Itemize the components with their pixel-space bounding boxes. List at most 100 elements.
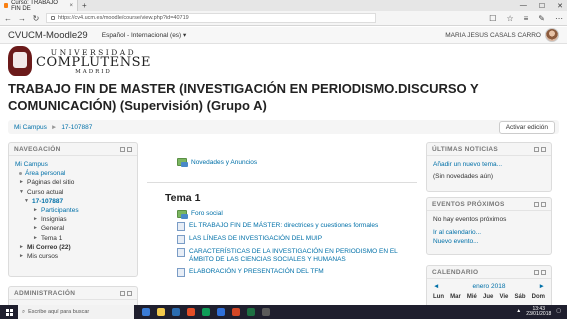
activity-link[interactable]: EL TRABAJO FIN DE MÁSTER: directrices y … — [189, 222, 378, 230]
activity-item[interactable]: EL TRABAJO FIN DE MÁSTER: directrices y … — [147, 220, 417, 233]
dock-icon[interactable] — [534, 146, 539, 152]
collapsed-arrow-icon: ► — [19, 243, 24, 250]
nav-item[interactable]: Mi Campus — [15, 160, 131, 169]
start-button[interactable] — [0, 305, 18, 319]
course-content: Novedades y Anuncios Tema 1 Foro social E… — [147, 142, 417, 302]
more-icon[interactable]: ⋯ — [555, 14, 563, 23]
taskbar-search[interactable]: ⌕ Escribe aquí para buscar — [18, 305, 134, 319]
clock[interactable]: 13:43 23/01/2018 — [526, 306, 551, 318]
nav-item[interactable]: Área personal — [15, 169, 131, 178]
close-window-button[interactable]: ✕ — [557, 2, 563, 10]
user-menu[interactable]: MARIA JESUS CASALS CARRO — [445, 28, 559, 42]
site-brand[interactable]: CVUCM-Moodle29 — [8, 30, 88, 41]
activity-link[interactable]: CARACTERÍSTICAS DE LA INVESTIGACIÓN EN P… — [189, 248, 417, 264]
events-empty-text: No hay eventos próximos — [433, 216, 507, 223]
notes-icon[interactable]: ✎ — [538, 14, 545, 23]
network-icon[interactable]: ▲ — [516, 309, 521, 315]
nav-item[interactable]: ► Tema 1 — [15, 234, 131, 243]
university-logo[interactable]: UNIVERSIDAD COMPLUTENSE MADRID — [8, 46, 151, 76]
news-empty-text: (Sin novedades aún) — [433, 173, 493, 181]
events-block-title: EVENTOS PRÓXIMOS — [432, 200, 505, 208]
notifications-icon[interactable]: ▢ — [556, 309, 561, 315]
activity-item[interactable]: ELABORACIÓN Y PRESENTACIÓN DEL TFM — [147, 266, 417, 279]
nav-item-label: General — [41, 225, 65, 233]
previous-month-icon[interactable]: ◄ — [433, 282, 439, 291]
nav-item-label: Mi Campus — [15, 161, 48, 168]
dock-icon[interactable] — [534, 201, 539, 207]
activity-item[interactable]: LAS LÍNEAS DE INVESTIGACIÓN DEL MUIP — [147, 233, 417, 246]
calendar-weekdays: Lun Mar Mié Jue Vie Sáb Dom — [433, 293, 545, 302]
edit-mode-button[interactable]: Activar edición — [498, 121, 555, 134]
breadcrumb-separator: ► — [50, 123, 58, 131]
collapse-icon[interactable] — [541, 201, 546, 207]
tab-close-icon[interactable]: × — [69, 3, 73, 9]
browser-tab[interactable]: Curso: TRABAJO FIN DE × — [0, 0, 78, 12]
calendar-weekday: Dom — [531, 294, 545, 301]
excel-icon[interactable] — [247, 308, 255, 316]
minimize-button[interactable]: — — [520, 2, 527, 9]
nav-item[interactable]: ► General — [15, 224, 131, 233]
collapse-icon[interactable] — [541, 146, 546, 152]
collapse-icon[interactable] — [127, 146, 132, 152]
back-button[interactable]: ← — [4, 14, 12, 23]
dock-icon[interactable] — [120, 290, 125, 296]
powerpoint-icon[interactable] — [232, 308, 240, 316]
nav-item-label: Páginas del sitio — [27, 179, 75, 187]
file-icon — [177, 222, 185, 231]
tab-title: Curso: TRABAJO FIN DE — [11, 0, 58, 12]
next-month-icon[interactable]: ► — [539, 282, 545, 291]
breadcrumb-item-mi-campus[interactable]: Mi Campus — [14, 124, 47, 131]
firefox-icon[interactable] — [187, 308, 195, 316]
dock-icon[interactable] — [120, 146, 125, 152]
nav-item-label: Tema 1 — [41, 234, 63, 242]
collapse-icon[interactable] — [541, 269, 546, 275]
dock-icon[interactable] — [534, 269, 539, 275]
refresh-button[interactable]: ↻ — [32, 14, 40, 23]
activity-link[interactable]: ELABORACIÓN Y PRESENTACIÓN DEL TFM — [189, 268, 324, 276]
activity-item[interactable]: CARACTERÍSTICAS DE LA INVESTIGACIÓN EN P… — [147, 246, 417, 266]
browser-tools: ☐ ☆ ≡ ✎ ⋯ — [489, 14, 563, 23]
maximize-button[interactable]: ☐ — [539, 2, 545, 10]
store-icon[interactable] — [172, 308, 180, 316]
nav-item[interactable]: ► Mi Correo (22) — [15, 243, 131, 252]
edge-browser-icon[interactable] — [142, 308, 150, 316]
nav-item[interactable]: ► Mis cursos — [15, 252, 131, 261]
nav-item[interactable]: ▼ 17-107887 — [15, 197, 131, 206]
url-field[interactable]: https://cv4.ucm.es/moodle/course/view.ph… — [46, 13, 376, 23]
nav-item-label: Participantes — [41, 207, 79, 215]
nav-item[interactable]: ► Páginas del sitio — [15, 178, 131, 187]
system-tray[interactable]: ▲ 13:43 23/01/2018 ▢ — [516, 306, 567, 318]
activity-link[interactable]: Foro social — [191, 210, 223, 218]
nav-item[interactable]: ▼ Curso actual — [15, 188, 131, 197]
nav-item[interactable]: ► Insignias — [15, 215, 131, 224]
news-block-header: ÚLTIMAS NOTICIAS — [427, 143, 551, 156]
new-event-link[interactable]: Nuevo evento... — [433, 237, 545, 246]
hub-icon[interactable]: ≡ — [524, 14, 529, 23]
address-bar-row: ← → ↻ https://cv4.ucm.es/moodle/course/v… — [0, 11, 567, 26]
breadcrumb-item-course[interactable]: 17-107887 — [61, 124, 92, 131]
app-icon[interactable] — [262, 308, 270, 316]
activity-item[interactable]: Foro social — [147, 208, 417, 220]
nav-item-label: Área personal — [25, 170, 66, 178]
activity-list: Foro social EL TRABAJO FIN DE MÁSTER: dir… — [147, 208, 417, 279]
calendar-weekday: Mar — [450, 294, 461, 301]
lock-icon — [51, 16, 55, 20]
calendar-weekday: Lun — [433, 294, 444, 301]
new-tab-button[interactable]: + — [82, 1, 87, 10]
file-explorer-icon[interactable] — [157, 308, 165, 316]
windows-logo-icon — [5, 308, 13, 316]
collapse-icon[interactable] — [127, 290, 132, 296]
file-icon — [177, 268, 185, 277]
activity-link[interactable]: LAS LÍNEAS DE INVESTIGACIÓN DEL MUIP — [189, 235, 322, 243]
reading-view-icon[interactable]: ☐ — [489, 14, 496, 23]
nav-item[interactable]: ► Participantes — [15, 206, 131, 215]
news-forum-link[interactable]: Novedades y Anuncios — [191, 159, 257, 166]
favorite-star-icon[interactable]: ☆ — [506, 14, 513, 23]
language-menu[interactable]: Español - Internacional (es) ▾ — [102, 31, 187, 39]
chrome-icon[interactable] — [202, 308, 210, 316]
add-topic-link[interactable]: Añadir un nuevo tema... — [433, 160, 545, 169]
calendar-month[interactable]: enero 2018 — [473, 282, 506, 291]
calendar-link[interactable]: Ir al calendario... — [433, 228, 545, 237]
forward-button[interactable]: → — [18, 14, 26, 23]
word-icon[interactable] — [217, 308, 225, 316]
